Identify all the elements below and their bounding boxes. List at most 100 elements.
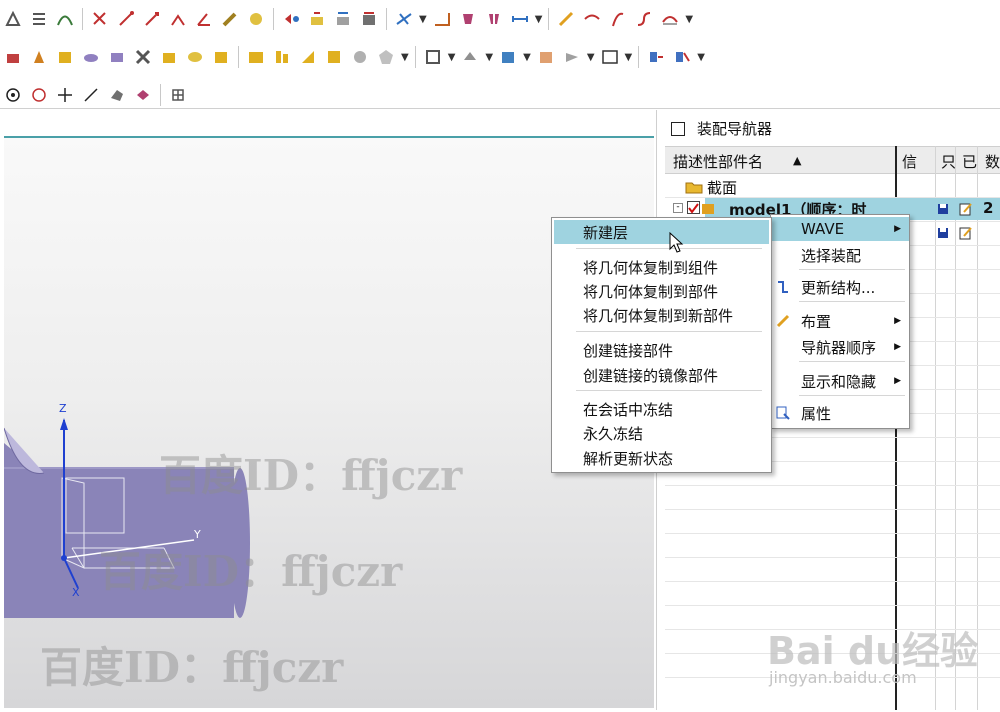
intersection-snap-icon[interactable]	[54, 84, 76, 106]
submenu-item-new-level[interactable]: 新建层	[554, 220, 769, 244]
scale-curve-icon[interactable]	[393, 8, 415, 30]
point-icon[interactable]	[89, 8, 111, 30]
menu-item-arrangement[interactable]: 布置 ▶	[771, 309, 909, 333]
menu-item-navigator-order[interactable]: 导航器顺序 ▶	[771, 335, 909, 359]
sweep-icon[interactable]	[54, 46, 76, 68]
pattern-icon[interactable]	[219, 8, 241, 30]
chevron-down-icon[interactable]: ▼	[535, 14, 543, 25]
curvature-comb-icon[interactable]	[581, 8, 603, 30]
submenu-item-create-linked-mirror-part[interactable]: 创建链接的镜像部件	[552, 363, 771, 387]
menu-item-update-structure[interactable]: 更新结构...	[771, 275, 909, 299]
trim-curve-icon[interactable]	[457, 8, 479, 30]
trim-body-icon[interactable]	[323, 46, 345, 68]
visibility-checkbox-icon[interactable]	[687, 201, 700, 214]
menu-item-select-assembly[interactable]: 选择装配	[771, 243, 909, 267]
chevron-down-icon[interactable]: ▼	[625, 52, 633, 63]
context-menu: WAVE ▶ 选择装配 更新结构... 布置 ▶ 导航器顺序 ▶ 显示和隐藏 ▶…	[770, 214, 910, 429]
menu-item-show-hide[interactable]: 显示和隐藏 ▶	[771, 369, 909, 393]
point-snap-icon[interactable]	[2, 84, 24, 106]
body-snap-icon[interactable]	[132, 84, 154, 106]
curve-length-icon[interactable]	[431, 8, 453, 30]
submenu-item-copy-to-new-part[interactable]: 将几何体复制到新部件	[552, 303, 771, 327]
analysis-icon[interactable]	[555, 8, 577, 30]
update-structure-icon	[778, 281, 788, 293]
column-header-info[interactable]: 信	[902, 151, 917, 172]
chevron-down-icon[interactable]: ▼	[523, 52, 531, 63]
submenu-item-copy-to-part[interactable]: 将几何体复制到部件	[552, 279, 771, 303]
peaks-icon[interactable]	[659, 8, 681, 30]
properties-icon	[776, 406, 790, 420]
submenu-item-freeze-permanently[interactable]: 永久冻结	[552, 421, 771, 445]
line-icon[interactable]	[115, 8, 137, 30]
window-icon[interactable]	[599, 46, 621, 68]
submenu-item-resolve-update-status[interactable]: 解析更新状态	[552, 446, 771, 470]
mirror-icon[interactable]	[245, 8, 267, 30]
intersect-body-icon[interactable]	[297, 46, 319, 68]
tree-row-section[interactable]: 截面	[677, 176, 897, 198]
column-header-modified[interactable]: 已	[962, 151, 977, 172]
column-header-count[interactable]: 数	[985, 151, 1000, 172]
offset-curve-icon[interactable]	[28, 8, 50, 30]
pad-icon[interactable]	[210, 46, 232, 68]
bridge-curve-icon[interactable]	[54, 8, 76, 30]
hole-icon[interactable]	[132, 46, 154, 68]
submenu-item-copy-to-component[interactable]: 将几何体复制到组件	[552, 255, 771, 279]
section-icon[interactable]	[358, 8, 380, 30]
camera-icon[interactable]	[561, 46, 583, 68]
count-value: 2	[983, 199, 994, 217]
submenu-item-freeze-in-session[interactable]: 在会话中冻结	[552, 397, 771, 421]
submenu-item-create-linked-part[interactable]: 创建链接部件	[552, 338, 771, 362]
arc-icon[interactable]	[141, 8, 163, 30]
polygon-icon[interactable]	[193, 8, 215, 30]
move-component-icon[interactable]	[671, 46, 693, 68]
navigator-checkbox-icon[interactable]	[671, 121, 685, 136]
sew-icon[interactable]	[349, 46, 371, 68]
chevron-down-icon[interactable]: ▼	[419, 14, 427, 25]
pocket-icon[interactable]	[184, 46, 206, 68]
chevron-down-icon[interactable]: ▼	[485, 52, 493, 63]
patch-icon[interactable]	[375, 46, 397, 68]
arrangement-icon	[776, 314, 790, 328]
shaded-mode-icon[interactable]	[459, 46, 481, 68]
chevron-down-icon[interactable]: ▼	[685, 14, 693, 25]
sketch-curve-icon[interactable]	[2, 8, 24, 30]
column-header-part-name[interactable]: 描述性部件名	[673, 151, 763, 172]
chevron-down-icon[interactable]: ▼	[587, 52, 595, 63]
sort-arrow-icon[interactable]: ▲	[793, 154, 801, 167]
intersect-icon[interactable]	[332, 8, 354, 30]
collapse-toggle-icon[interactable]: -	[673, 203, 683, 213]
boss-icon[interactable]	[158, 46, 180, 68]
rectangle-icon[interactable]	[167, 8, 189, 30]
split-curve-icon[interactable]	[483, 8, 505, 30]
background-icon[interactable]	[535, 46, 557, 68]
chevron-down-icon[interactable]: ▼	[401, 52, 409, 63]
face-snap-icon[interactable]	[106, 84, 128, 106]
assembly-constraint-icon[interactable]	[645, 46, 667, 68]
grid-icon[interactable]	[167, 84, 189, 106]
view-orient-icon[interactable]	[497, 46, 519, 68]
chevron-down-icon[interactable]: ▼	[448, 52, 456, 63]
unite-icon[interactable]	[245, 46, 267, 68]
edit-icon	[959, 203, 972, 216]
save-icon	[938, 204, 948, 214]
wave-submenu: 新建层 将几何体复制到组件 将几何体复制到部件 将几何体复制到新部件 创建链接部…	[551, 217, 772, 473]
save-icon	[938, 228, 948, 238]
line-snap-icon[interactable]	[80, 84, 102, 106]
extrude-icon[interactable]	[2, 46, 24, 68]
chevron-down-icon[interactable]: ▼	[697, 52, 705, 63]
menu-item-properties[interactable]: 属性	[771, 401, 909, 425]
layer-settings-icon[interactable]	[422, 46, 444, 68]
tree-row-label: 截面	[707, 179, 738, 197]
block-icon[interactable]	[106, 46, 128, 68]
deviation-icon[interactable]	[607, 8, 629, 30]
inflection-icon[interactable]	[633, 8, 655, 30]
project-icon[interactable]	[306, 8, 328, 30]
edit-parameters-icon[interactable]	[509, 8, 531, 30]
extract-icon[interactable]	[280, 8, 302, 30]
column-header-readonly[interactable]: 只	[941, 151, 956, 172]
revolve-icon[interactable]	[28, 46, 50, 68]
subtract-icon[interactable]	[271, 46, 293, 68]
tube-icon[interactable]	[80, 46, 102, 68]
menu-item-wave[interactable]: WAVE ▶	[771, 217, 909, 241]
circle-snap-icon[interactable]	[28, 84, 50, 106]
